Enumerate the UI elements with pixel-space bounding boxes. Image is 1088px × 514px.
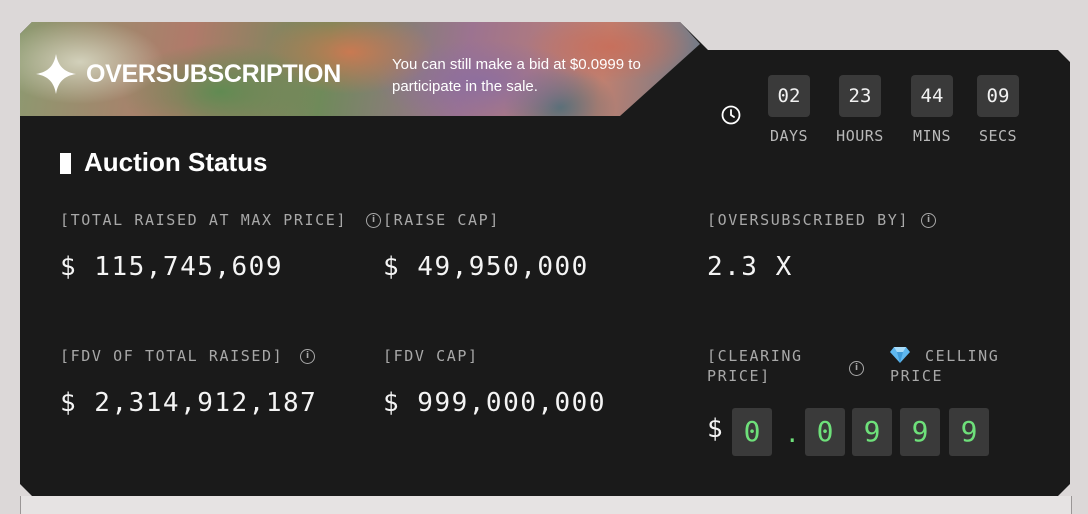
raise-cap-value: $ 49,950,000 bbox=[383, 252, 589, 282]
countdown-secs: 09 SECS bbox=[968, 75, 1028, 145]
info-icon[interactable]: i bbox=[849, 361, 864, 376]
countdown-hours: 23 HOURS bbox=[830, 75, 890, 145]
total-raised-label: [TOTAL RAISED AT MAX PRICE] bbox=[60, 211, 348, 229]
info-icon[interactable]: i bbox=[921, 213, 936, 228]
countdown-secs-value: 09 bbox=[977, 75, 1019, 117]
banner-subtitle: You can still make a bid at $0.0999 to p… bbox=[392, 56, 641, 95]
section-title: Auction Status bbox=[84, 147, 268, 177]
banner-title: OVERSUBSCRIPTION bbox=[86, 60, 341, 88]
price-digit: 9 bbox=[900, 408, 940, 456]
price-digit: 0 bbox=[805, 408, 845, 456]
countdown-mins-label: MINS bbox=[912, 127, 952, 145]
total-raised-value: $ 115,745,609 bbox=[60, 252, 283, 282]
countdown-days-value: 02 bbox=[768, 75, 810, 117]
fdv-total-label: [FDV OF TOTAL RAISED] bbox=[60, 347, 284, 365]
price-digit: 9 bbox=[949, 408, 989, 456]
ceiling-price-label-line2: PRICE bbox=[890, 367, 944, 385]
info-icon[interactable]: i bbox=[300, 349, 315, 364]
fdv-cap-label: [FDV CAP] bbox=[383, 347, 479, 365]
diamond-gem-icon bbox=[890, 347, 910, 363]
price-digit: 9 bbox=[852, 408, 892, 456]
clearing-price-label-line2: PRICE] bbox=[707, 367, 771, 385]
ceiling-price-label-line1: CELLING bbox=[925, 347, 1000, 365]
countdown-hours-value: 23 bbox=[839, 75, 881, 117]
countdown-days-label: DAYS bbox=[769, 127, 809, 145]
oversubscribed-label: [OVERSUBSCRIBED BY] bbox=[707, 211, 909, 229]
countdown-secs-label: SECS bbox=[978, 127, 1018, 145]
raise-cap-label: [RAISE CAP] bbox=[383, 211, 500, 229]
price-digit: 0 bbox=[732, 408, 772, 456]
fdv-cap-value: $ 999,000,000 bbox=[383, 388, 606, 418]
clearing-price-label-line1: [CLEARING bbox=[707, 347, 803, 365]
card-bottom-border bbox=[20, 496, 1072, 514]
fdv-total-value: $ 2,314,912,187 bbox=[60, 388, 318, 418]
oversubscribed-value: 2.3 X bbox=[707, 252, 793, 282]
price-currency: $ bbox=[707, 414, 723, 444]
countdown-days: 02 DAYS bbox=[759, 75, 819, 145]
sparkle-star-icon bbox=[36, 54, 76, 94]
countdown-mins: 44 MINS bbox=[902, 75, 962, 145]
price-separator: . bbox=[785, 420, 800, 448]
countdown-mins-value: 44 bbox=[911, 75, 953, 117]
section-marker bbox=[60, 153, 71, 174]
info-icon[interactable]: i bbox=[366, 213, 381, 228]
countdown-hours-label: HOURS bbox=[836, 127, 884, 145]
clock-icon bbox=[721, 105, 741, 125]
